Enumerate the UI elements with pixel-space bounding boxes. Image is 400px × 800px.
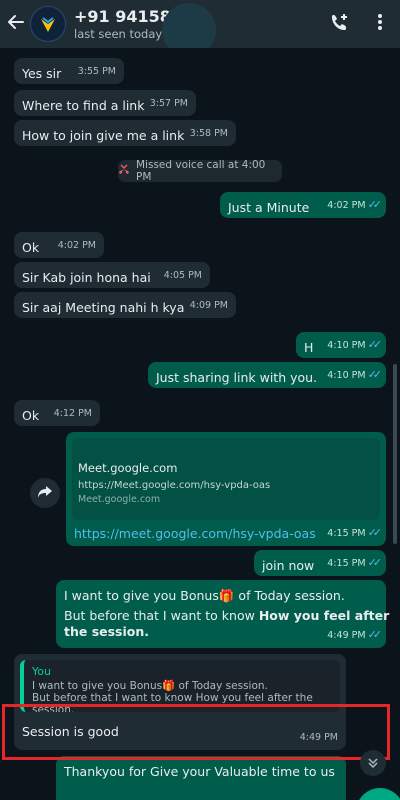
compose-button[interactable] (356, 788, 400, 800)
message-text: Just a Minute (228, 200, 310, 215)
message-time: 4:05 PM (163, 270, 202, 281)
avatar-logo (35, 11, 61, 37)
double-check-icon: ✓✓ (367, 628, 383, 641)
message-outgoing[interactable]: Thankyou for Give your Valuable time to … (56, 756, 346, 800)
message-text: join now (262, 558, 315, 573)
message-time: 4:49 PM ✓✓ (327, 628, 383, 641)
missed-call-notice[interactable]: Missed voice call at 4:00 PM (118, 159, 282, 183)
link-preview-title: Meet.google.com (78, 461, 178, 475)
message-outgoing[interactable]: join now 4:15 PM ✓✓ (254, 550, 386, 576)
message-text: H (304, 340, 314, 355)
message-text: Ok (22, 240, 40, 255)
menu-button[interactable] (360, 0, 400, 48)
back-button[interactable] (2, 0, 30, 48)
message-incoming[interactable]: Sir Kab join hona hai 4:05 PM (14, 262, 210, 288)
add-call-button[interactable] (320, 0, 360, 48)
double-check-icon: ✓✓ (367, 338, 383, 351)
link-preview-card[interactable]: Meet.google.com https://Meet.google.com/… (72, 438, 380, 520)
message-text-line: I want to give you Bonus🎁 of Today sessi… (64, 588, 345, 603)
message-incoming[interactable]: Ok 4:02 PM (14, 232, 104, 258)
message-incoming[interactable]: Ok 4:12 PM (14, 400, 100, 426)
message-time: 4:15 PM ✓✓ (327, 526, 383, 539)
double-check-icon: ✓✓ (367, 526, 383, 539)
chat-header: +91 94158 6 last seen today at (0, 0, 400, 57)
chat-area[interactable]: Yes sir 3:55 PM Where to find a link 3:5… (0, 48, 400, 800)
message-time: 4:02 PM ✓✓ (327, 198, 383, 211)
message-text: Yes sir (22, 66, 62, 81)
highlight-box (2, 704, 390, 760)
message-outgoing-link[interactable]: Meet.google.com https://Meet.google.com/… (66, 432, 386, 546)
double-check-icon: ✓✓ (367, 198, 383, 211)
message-text: Ok (22, 408, 40, 423)
message-text: Sir aaj Meeting nahi h kya (22, 300, 185, 315)
message-text: Sir Kab join hona hai (22, 270, 151, 285)
message-outgoing[interactable]: I want to give you Bonus🎁 of Today sessi… (56, 580, 390, 648)
missed-call-icon (118, 164, 130, 179)
message-outgoing[interactable]: Just sharing link with you. 4:10 PM ✓✓ (148, 362, 386, 388)
vertical-dots-icon (377, 13, 383, 35)
missed-call-text: Missed voice call at 4:00 PM (136, 159, 266, 183)
message-time: 3:57 PM (149, 98, 188, 109)
message-time: 4:02 PM (57, 240, 96, 251)
link-preview-domain: Meet.google.com (78, 494, 161, 505)
share-button[interactable] (30, 478, 60, 508)
message-incoming[interactable]: Sir aaj Meeting nahi h kya 4:09 PM (14, 292, 236, 318)
gift-emoji-icon: 🎁 (218, 588, 235, 603)
message-incoming[interactable]: Where to find a link 3:57 PM (14, 90, 196, 116)
message-time: 3:55 PM (77, 66, 116, 77)
message-outgoing[interactable]: Just a Minute 4:02 PM ✓✓ (220, 192, 386, 218)
message-text: Thankyou for Give your Valuable time to … (64, 764, 335, 779)
message-time: 3:58 PM (189, 128, 228, 139)
double-check-icon: ✓✓ (367, 368, 383, 381)
double-chevron-down-icon (367, 754, 379, 773)
double-check-icon: ✓✓ (367, 556, 383, 569)
message-incoming[interactable]: Yes sir 3:55 PM (14, 58, 124, 84)
message-text-line: But before that I want to know How you f… (64, 608, 390, 623)
message-time: 4:10 PM ✓✓ (327, 338, 383, 351)
scroll-down-button[interactable] (360, 750, 386, 776)
message-outgoing[interactable]: H 4:10 PM ✓✓ (296, 332, 386, 358)
phone-plus-icon (330, 12, 350, 36)
arrow-left-icon (7, 13, 25, 35)
message-text: Where to find a link (22, 98, 145, 113)
message-time: 4:09 PM (189, 300, 228, 311)
message-time: 4:10 PM ✓✓ (327, 368, 383, 381)
avatar[interactable] (30, 6, 66, 42)
message-text: How to join give me a link (22, 128, 185, 143)
message-text-line: the session. (64, 624, 150, 639)
message-time: 4:12 PM (53, 408, 92, 419)
share-arrow-icon (37, 484, 53, 503)
message-incoming[interactable]: How to join give me a link 3:58 PM (14, 120, 236, 146)
message-text: Just sharing link with you. (156, 370, 318, 385)
message-link[interactable]: https://meet.google.com/hsy-vpda-oas (74, 526, 316, 542)
scrollbar[interactable] (393, 364, 397, 544)
message-time: 4:15 PM ✓✓ (327, 556, 383, 569)
